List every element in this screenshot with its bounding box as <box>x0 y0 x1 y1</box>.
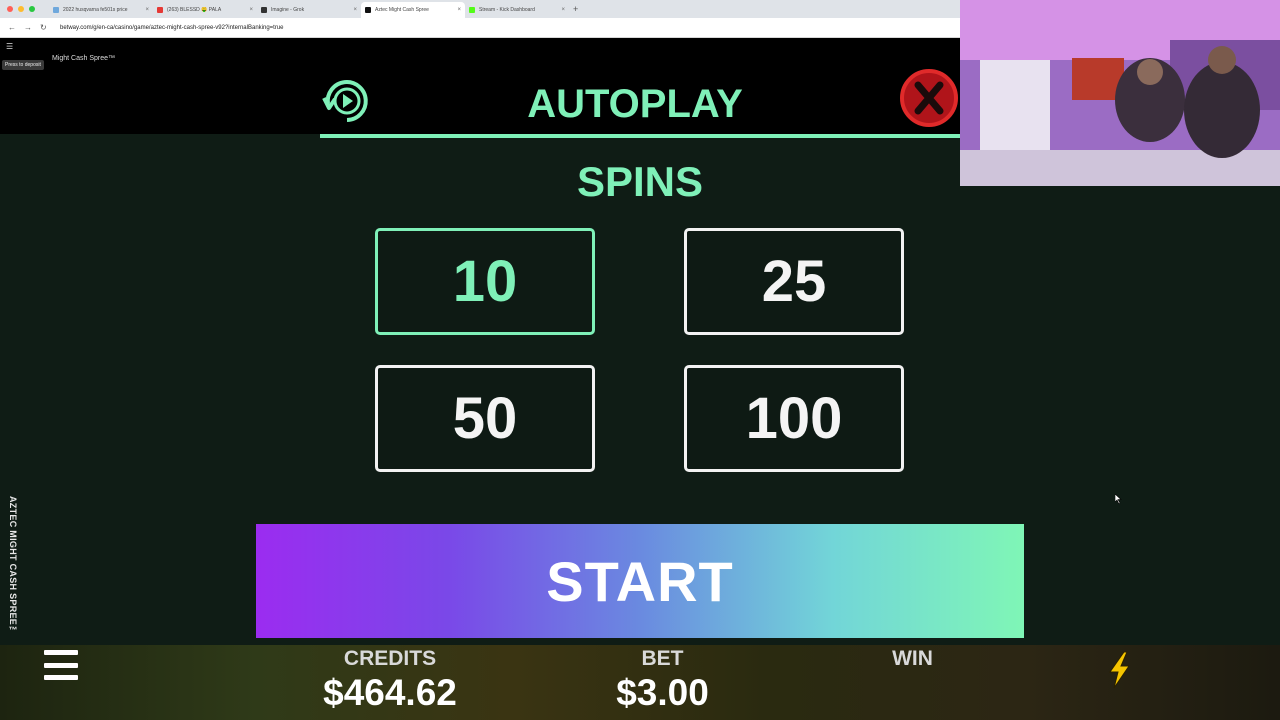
close-x-icon[interactable] <box>898 67 960 129</box>
deposit-tooltip: Press to deposit <box>2 60 44 70</box>
browser-tab[interactable]: 2022 husqvarna fe501s price × <box>49 2 153 18</box>
tab-close-icon[interactable]: × <box>457 7 461 13</box>
mouse-cursor-icon <box>1115 494 1122 504</box>
tab-title: Aztec Might Cash Spree <box>375 7 429 13</box>
game-title-small: Might Cash Spree™ <box>52 55 116 62</box>
window-controls <box>7 6 35 12</box>
tab-favicon-icon <box>365 7 371 13</box>
lightning-bolt-icon[interactable] <box>1104 650 1134 690</box>
tab-favicon-icon <box>261 7 267 13</box>
tab-title: (263) BLESSD 🤑 PALA <box>167 7 222 13</box>
webcam-feed-image <box>960 0 1280 186</box>
browser-tab-active[interactable]: Aztec Might Cash Spree × <box>361 2 465 18</box>
minimize-window-button[interactable] <box>18 6 24 12</box>
tab-close-icon[interactable]: × <box>353 7 357 13</box>
autoplay-title: AUTOPLAY <box>527 82 743 126</box>
tab-favicon-icon <box>157 7 163 13</box>
close-window-button[interactable] <box>7 6 13 12</box>
site-menu-icon[interactable]: ☰ <box>6 42 13 51</box>
bet-label: BET <box>641 647 684 670</box>
forward-arrow-icon[interactable]: → <box>24 23 32 32</box>
spins-label: SPINS <box>576 158 704 205</box>
win-label: WIN <box>892 647 933 670</box>
spins-option-10[interactable]: 10 <box>375 228 595 335</box>
browser-address-bar: ← → ↻ betway.com/g/en-ca/casino/game/azt… <box>0 18 960 38</box>
spins-option-50[interactable]: 50 <box>375 365 595 472</box>
tab-close-icon[interactable]: × <box>145 7 149 13</box>
tab-close-icon[interactable]: × <box>249 7 253 13</box>
bet-value[interactable]: $3.00 <box>580 672 745 714</box>
tab-favicon-icon <box>469 7 475 13</box>
browser-tab[interactable]: Stream - Kick Dashboard × <box>465 2 569 18</box>
browser-tab[interactable]: (263) BLESSD 🤑 PALA × <box>153 2 257 18</box>
new-tab-icon[interactable]: + <box>573 4 578 14</box>
tab-title: Stream - Kick Dashboard <box>479 7 535 13</box>
game-side-title: AZTEC MIGHT CASH SPREE™ <box>8 496 18 636</box>
spins-option-100[interactable]: 100 <box>684 365 904 472</box>
spins-option-25[interactable]: 25 <box>684 228 904 335</box>
tab-close-icon[interactable]: × <box>561 7 565 13</box>
credits-label: CREDITS <box>343 647 437 670</box>
back-arrow-icon[interactable]: ← <box>8 23 16 32</box>
tab-title: Imagine - Grok <box>271 7 305 13</box>
url-field[interactable]: betway.com/g/en-ca/casino/game/aztec-mig… <box>60 25 284 31</box>
browser-tab-bar: 2022 husqvarna fe501s price × (263) BLES… <box>0 0 960 18</box>
hamburger-menu-icon[interactable] <box>44 648 78 682</box>
credits-value: $464.62 <box>323 672 457 713</box>
autoplay-cycle-icon <box>322 80 368 122</box>
header-divider <box>320 134 960 138</box>
tab-title: 2022 husqvarna fe501s price <box>63 7 128 13</box>
reload-icon[interactable]: ↻ <box>40 23 48 32</box>
maximize-window-button[interactable] <box>29 6 35 12</box>
tab-favicon-icon <box>53 7 59 13</box>
start-button[interactable]: START <box>256 524 1024 638</box>
webcam-overlay <box>960 0 1280 186</box>
browser-tab[interactable]: Imagine - Grok × <box>257 2 361 18</box>
